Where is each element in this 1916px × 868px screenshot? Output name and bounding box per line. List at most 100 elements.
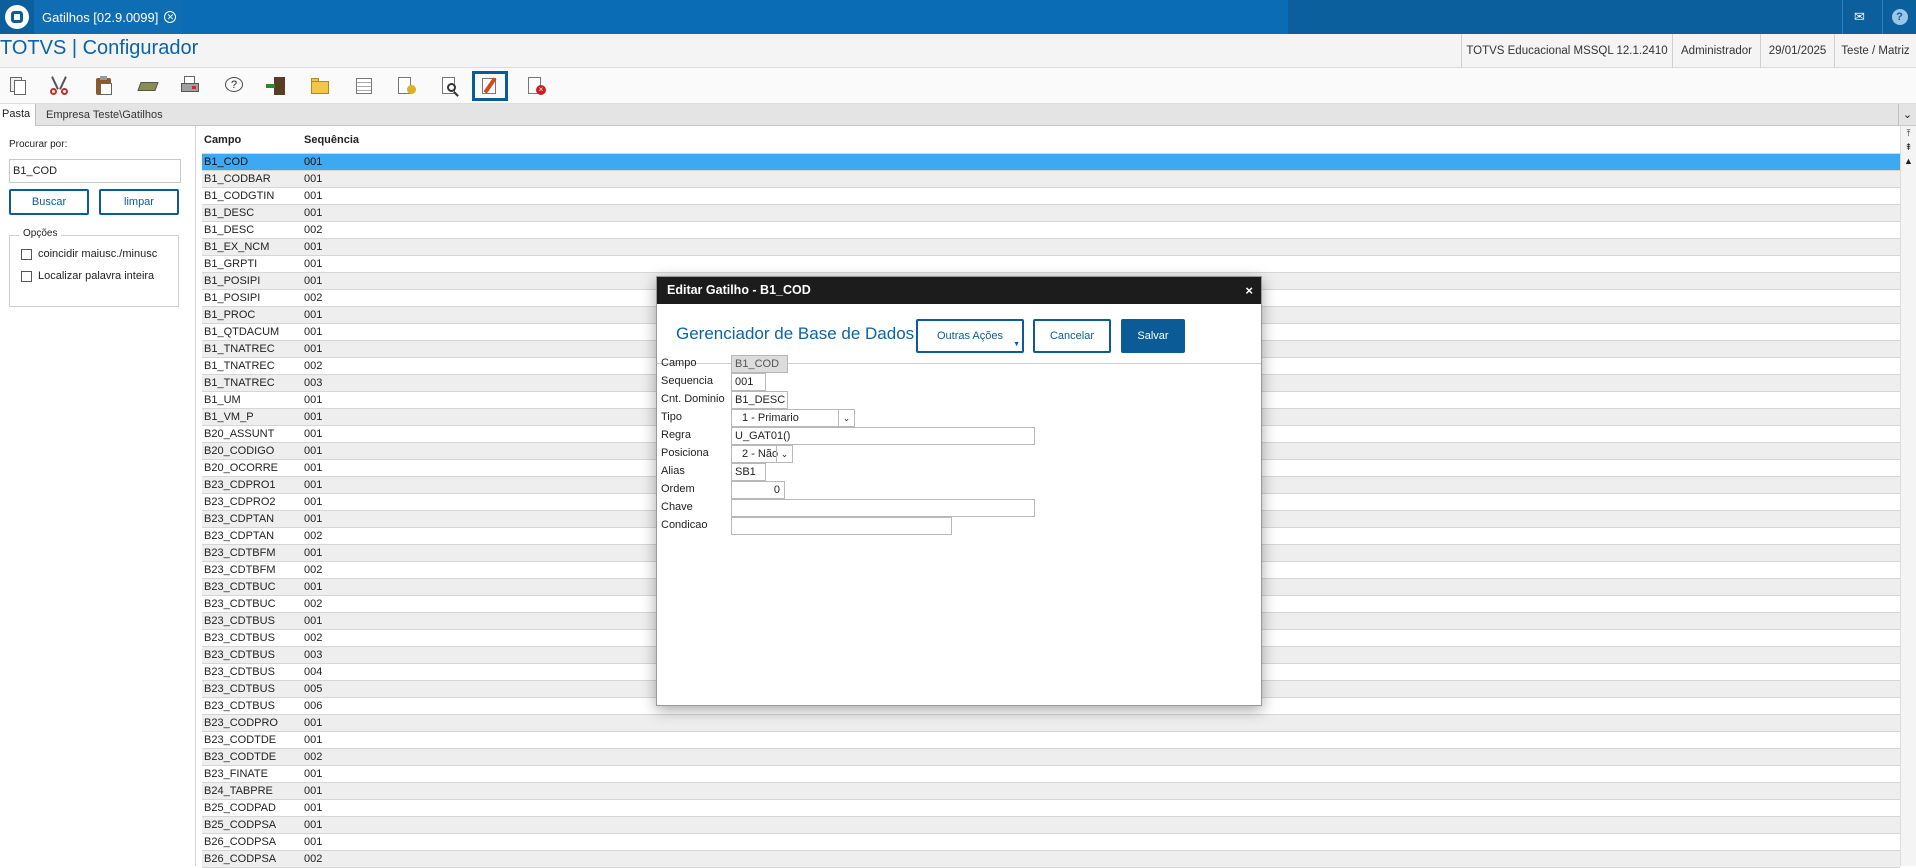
folder-icon[interactable] xyxy=(302,71,338,101)
outras-acoes-button[interactable]: Outras Ações ▼ xyxy=(916,319,1024,353)
edit-icon[interactable] xyxy=(472,71,508,101)
cut-icon[interactable] xyxy=(42,71,78,101)
option-whole-word[interactable]: Localizar palavra inteira xyxy=(21,270,154,282)
print-icon[interactable] xyxy=(172,71,208,101)
regra-field[interactable]: U_GAT01() xyxy=(731,427,1035,445)
pasta-bar: Pasta Empresa Teste\Gatilhos ⌄ xyxy=(0,104,1916,126)
chave-field[interactable] xyxy=(731,499,1035,517)
campo-label-text: Campo xyxy=(661,357,697,369)
table-row[interactable]: B1_CODBAR 001 xyxy=(202,171,1900,188)
cell-sequencia: 001 xyxy=(304,411,323,423)
totvs-logo-icon[interactable] xyxy=(0,0,34,34)
exit-icon[interactable] xyxy=(258,71,294,101)
column-header-campo[interactable]: Campo xyxy=(204,134,241,146)
add-document-icon[interactable] xyxy=(388,71,424,101)
cell-campo: B23_CDPRO2 xyxy=(204,496,276,508)
cell-sequencia: 001 xyxy=(304,156,323,168)
cell-campo: B1_DESC xyxy=(204,224,255,236)
alias-label: Alias xyxy=(661,465,685,477)
salvar-button[interactable]: Salvar xyxy=(1121,319,1185,353)
cell-campo: B23_CODPRO xyxy=(204,717,278,729)
cell-sequencia: 004 xyxy=(304,666,323,678)
sequencia-label: Sequencia xyxy=(661,375,713,387)
close-icon[interactable]: × xyxy=(1245,277,1253,304)
list-icon[interactable] xyxy=(346,71,382,101)
cell-campo: B23_CODTDE xyxy=(204,751,277,763)
option-match-case[interactable]: coincidir maiusc./minusc xyxy=(21,248,157,260)
cell-sequencia: 001 xyxy=(304,836,323,848)
tab-pasta[interactable]: Pasta xyxy=(0,104,36,126)
help-toolbar-icon[interactable]: ? xyxy=(216,71,252,101)
table-row[interactable]: B23_CODTDE 001 xyxy=(202,732,1900,749)
buscar-button[interactable]: Buscar xyxy=(9,189,89,215)
table-row[interactable]: B1_GRPTI 001 xyxy=(202,256,1900,273)
table-row[interactable]: B26_CODPSA 002 xyxy=(202,851,1900,868)
cell-campo: B23_CDTBUC xyxy=(204,581,276,593)
table-row[interactable]: B25_CODPAD 001 xyxy=(202,800,1900,817)
first-record-icon[interactable]: ⤒ xyxy=(1901,126,1916,140)
prev-page-icon[interactable]: ⇞ xyxy=(1901,140,1916,154)
checkbox[interactable] xyxy=(21,270,32,282)
table-row[interactable]: B25_CODPSA 001 xyxy=(202,817,1900,834)
cell-sequencia: 001 xyxy=(304,717,323,729)
cnt-dominio-field[interactable]: B1_DESC xyxy=(731,391,788,409)
book-icon[interactable] xyxy=(130,71,166,101)
search-icon[interactable] xyxy=(432,71,468,101)
posiciona-select[interactable]: 2 - Não ⌄ xyxy=(731,445,793,463)
table-row[interactable]: B26_CODPSA 001 xyxy=(202,834,1900,851)
cell-campo: B1_TNATREC xyxy=(204,377,275,389)
chave-label: Chave xyxy=(661,501,693,513)
chevron-down-icon[interactable]: ⌄ xyxy=(1898,104,1916,126)
ordem-field[interactable]: 0 xyxy=(731,481,785,499)
cell-sequencia: 001 xyxy=(304,615,323,627)
cell-sequencia: 002 xyxy=(304,632,323,644)
cell-campo: B20_OCORRE xyxy=(204,462,278,474)
close-tab-icon[interactable]: ✕ xyxy=(164,11,177,23)
delete-icon[interactable]: × xyxy=(518,71,554,101)
cancelar-button[interactable]: Cancelar xyxy=(1033,319,1111,353)
condicao-field[interactable] xyxy=(731,517,952,535)
search-input[interactable]: B1_COD xyxy=(9,159,181,183)
cell-sequencia: 001 xyxy=(304,547,323,559)
cell-sequencia: 001 xyxy=(304,275,323,287)
cnt-dominio-label: Cnt. Dominio xyxy=(661,393,725,405)
cell-campo: B1_QTDACUM xyxy=(204,326,280,338)
toolbar: ? × xyxy=(0,68,1916,104)
cell-sequencia: 002 xyxy=(304,292,323,304)
dialog-title-text: Editar Gatilho - B1_COD xyxy=(667,283,811,297)
table-row[interactable]: B24_TABPRE 001 xyxy=(202,783,1900,800)
copy-icon[interactable] xyxy=(0,71,36,101)
mail-icon[interactable]: ✉ xyxy=(1842,0,1876,34)
cell-campo: B23_FINATE xyxy=(204,768,268,780)
table-row[interactable]: B1_DESC 001 xyxy=(202,205,1900,222)
prev-record-icon[interactable]: ▲ xyxy=(1901,154,1916,168)
table-row[interactable]: B1_COD 001 xyxy=(202,154,1900,171)
tab-gatilhos[interactable]: Gatilhos [02.9.0099] ✕ xyxy=(34,0,182,34)
dialog-heading: Gerenciador de Base de Dados xyxy=(676,324,915,343)
help-icon[interactable]: ? xyxy=(1882,0,1916,34)
cell-campo: B1_VM_P xyxy=(204,411,254,423)
chevron-down-icon[interactable]: ⌄ xyxy=(838,410,854,426)
table-row[interactable]: B1_CODGTIN 001 xyxy=(202,188,1900,205)
cell-campo: B23_CDTBUS xyxy=(204,700,275,712)
app-title: TOTVS | Configurador xyxy=(0,37,199,59)
cell-sequencia: 001 xyxy=(304,173,323,185)
cell-sequencia: 001 xyxy=(304,513,323,525)
chevron-down-icon[interactable]: ⌄ xyxy=(776,446,792,462)
table-row[interactable]: B1_DESC 002 xyxy=(202,222,1900,239)
table-row[interactable]: B23_CODTDE 002 xyxy=(202,749,1900,766)
cell-campo: B25_CODPSA xyxy=(204,819,277,831)
column-header-sequencia[interactable]: Sequência xyxy=(304,134,359,146)
tipo-select[interactable]: 1 - Primario ⌄ xyxy=(731,409,855,427)
table-row[interactable]: B23_CODPRO 001 xyxy=(202,715,1900,732)
limpar-button[interactable]: limpar xyxy=(99,189,179,215)
alias-field[interactable]: SB1 xyxy=(731,463,766,481)
sequencia-field[interactable]: 001 xyxy=(731,373,766,391)
cell-sequencia: 001 xyxy=(304,734,323,746)
cell-campo: B20_CODIGO xyxy=(204,445,275,457)
table-row[interactable]: B1_EX_NCM 001 xyxy=(202,239,1900,256)
cell-campo: B24_TABPRE xyxy=(204,785,273,797)
checkbox[interactable] xyxy=(21,248,32,260)
table-row[interactable]: B23_FINATE 001 xyxy=(202,766,1900,783)
paste-icon[interactable] xyxy=(86,71,122,101)
